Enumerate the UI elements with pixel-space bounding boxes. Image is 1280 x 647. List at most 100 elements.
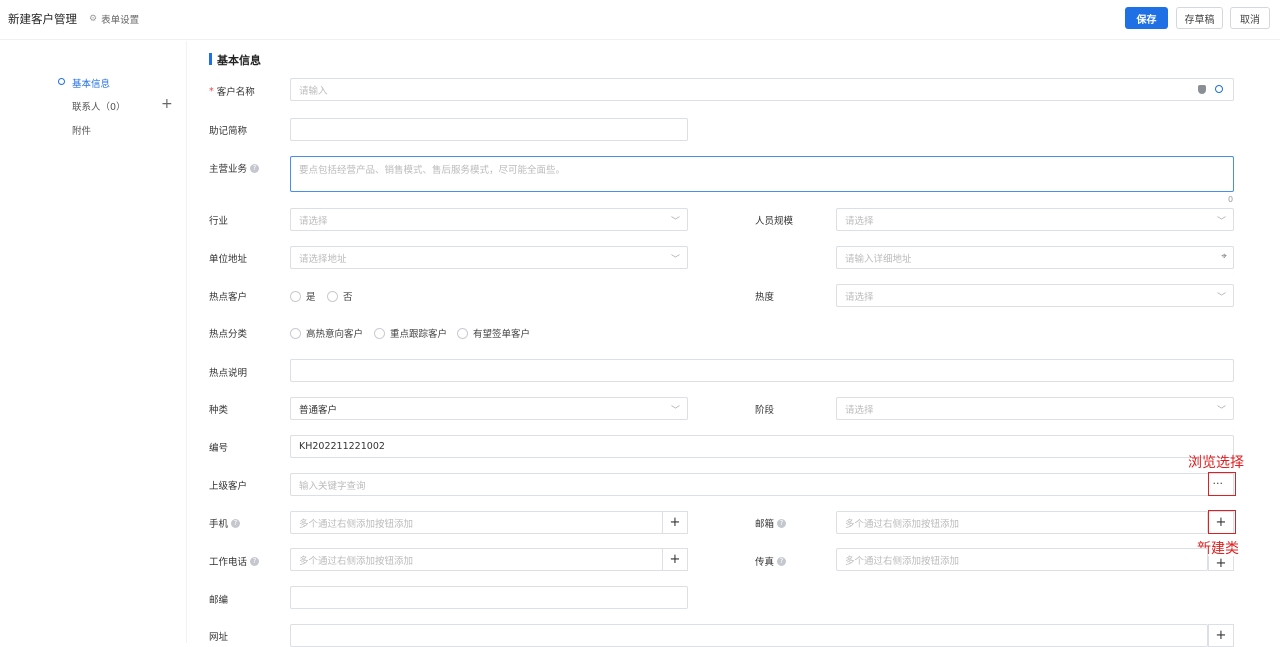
hot-category-high-radio[interactable]: 高热意向客户 [290,326,363,340]
postcode-input[interactable] [290,586,688,609]
hot-category-track-radio[interactable]: 重点跟踪客户 [374,326,447,340]
address-detail-input[interactable]: 请输入详细地址 ⌖ [836,246,1234,269]
fax-label-text: 传真 [755,557,775,568]
website-label: 网址 [209,632,229,643]
char-counter: 0 [1228,195,1234,204]
add-website-button[interactable]: + [1208,624,1234,647]
main-business-textarea[interactable]: 要点包括经营产品、销售模式、售后服务模式，尽可能全面些。 [290,156,1234,192]
fax-placeholder: 多个通过右侧添加按钮添加 [845,555,960,567]
email-label: 邮箱 ? [755,516,787,530]
stage-select[interactable]: 请选择 ﹀ [836,397,1234,420]
section-nav [0,41,187,643]
help-icon[interactable]: ? [231,518,241,528]
active-dot-icon [58,78,65,85]
staff-size-select[interactable]: 请选择 ﹀ [836,208,1234,231]
form-settings-link[interactable]: ⚙ 表单设置 [89,12,139,26]
top-bar: 新建客户管理 ⚙ 表单设置 保存 存草稿 取消 [0,0,1280,40]
nav-item-contacts[interactable]: 联系人（0） [72,99,126,113]
page-title: 新建客户管理 [8,12,77,26]
chevron-down-icon: ﹀ [1216,406,1226,416]
section-title: 基本信息 [217,54,261,67]
fax-label: 传真 ? [755,554,787,568]
mobile-placeholder: 多个通过右侧添加按钮添加 [299,518,414,530]
mobile-input[interactable]: 多个通过右侧添加按钮添加 [290,511,663,534]
add-work-phone-button[interactable]: + [662,548,688,571]
add-mobile-button[interactable]: + [662,511,688,534]
browse-highlight-box [1208,472,1236,496]
radio-circle [290,290,301,302]
address-detail-placeholder: 请输入详细地址 [845,253,912,265]
shield-icon[interactable] [1198,85,1206,97]
work-phone-label: 工作电话 ? [209,554,260,568]
hot-customer-yes-radio[interactable]: 是 [290,289,316,303]
hot-desc-input[interactable] [290,359,1234,382]
form-settings-label: 表单设置 [101,15,140,26]
customer-name-label: * 客户名称 [209,84,255,99]
fax-input[interactable]: 多个通过右侧添加按钮添加 [836,548,1208,571]
industry-select[interactable]: 请选择 ﹀ [290,208,688,231]
hot-category-sign-radio[interactable]: 有望签单客户 [457,326,530,340]
help-icon[interactable]: ? [777,518,787,528]
cancel-button[interactable]: 取消 [1230,7,1270,29]
gear-icon: ⚙ [89,14,98,24]
radio-label: 是 [306,292,316,303]
help-icon[interactable]: ? [250,556,260,566]
search-icon[interactable] [1215,85,1223,96]
radio-label: 高热意向客户 [306,329,364,340]
hot-desc-label: 热点说明 [209,368,248,379]
category-select[interactable]: 普通客户 ﹀ [290,397,688,420]
main-business-label: 主营业务 ? [209,161,260,175]
staff-size-placeholder: 请选择 [845,215,874,227]
parent-customer-label: 上级客户 [209,481,248,492]
parent-customer-input[interactable]: 输入关键字查询 ··· [290,473,1234,496]
nav-item-basic-info[interactable]: 基本信息 [72,76,110,90]
website-input[interactable] [290,624,1208,647]
heat-label: 热度 [755,292,775,303]
save-button[interactable]: 保存 [1125,7,1168,29]
main-business-placeholder: 要点包括经营产品、销售模式、售后服务模式，尽可能全面些。 [299,165,566,176]
save-draft-button[interactable]: 存草稿 [1176,7,1223,29]
work-phone-placeholder: 多个通过右侧添加按钮添加 [299,555,414,567]
address-select[interactable]: 请选择地址 ﹀ [290,246,688,269]
radio-circle [327,290,338,302]
category-value: 普通客户 [299,404,338,416]
chevron-down-icon: ﹀ [1216,293,1226,303]
number-input[interactable]: KH202211221002 [290,435,1234,458]
email-label-text: 邮箱 [755,519,775,530]
staff-size-label: 人员规模 [755,216,794,227]
stage-label: 阶段 [755,405,775,416]
number-value: KH202211221002 [299,441,385,452]
help-icon[interactable]: ? [777,556,787,566]
help-icon[interactable]: ? [250,163,260,173]
number-label: 编号 [209,443,229,454]
email-placeholder: 多个通过右侧添加按钮添加 [845,518,960,530]
nav-item-attachments[interactable]: 附件 [72,123,91,137]
customer-name-label-text: 客户名称 [216,87,255,98]
industry-label: 行业 [209,216,229,227]
add-contact-icon[interactable]: + [161,96,173,112]
radio-circle [457,327,468,339]
parent-customer-placeholder: 输入关键字查询 [299,480,366,492]
mnemonic-input[interactable] [290,118,688,141]
mnemonic-label: 助记简称 [209,126,248,137]
radio-label: 重点跟踪客户 [390,329,448,340]
hot-customer-no-radio[interactable]: 否 [327,289,353,303]
section-marker [209,53,212,65]
heat-select[interactable]: 请选择 ﹀ [836,284,1234,307]
industry-placeholder: 请选择 [299,215,328,227]
chevron-down-icon: ﹀ [670,255,680,265]
radio-label: 否 [343,292,353,303]
customer-name-input[interactable]: 请输入 [290,78,1234,101]
heat-placeholder: 请选择 [845,291,874,303]
address-label: 单位地址 [209,254,248,265]
chevron-down-icon: ﹀ [1216,217,1226,227]
radio-circle [374,327,385,339]
add-highlight-box [1208,510,1236,534]
add-fax-button[interactable]: + [1208,556,1234,571]
required-mark: * [209,85,214,97]
browse-annotation: 浏览选择 [1188,455,1244,471]
customer-name-placeholder: 请输入 [299,85,328,97]
work-phone-input[interactable]: 多个通过右侧添加按钮添加 [290,548,663,571]
location-pin-icon[interactable]: ⌖ [1221,251,1227,262]
email-input[interactable]: 多个通过右侧添加按钮添加 [836,511,1208,534]
